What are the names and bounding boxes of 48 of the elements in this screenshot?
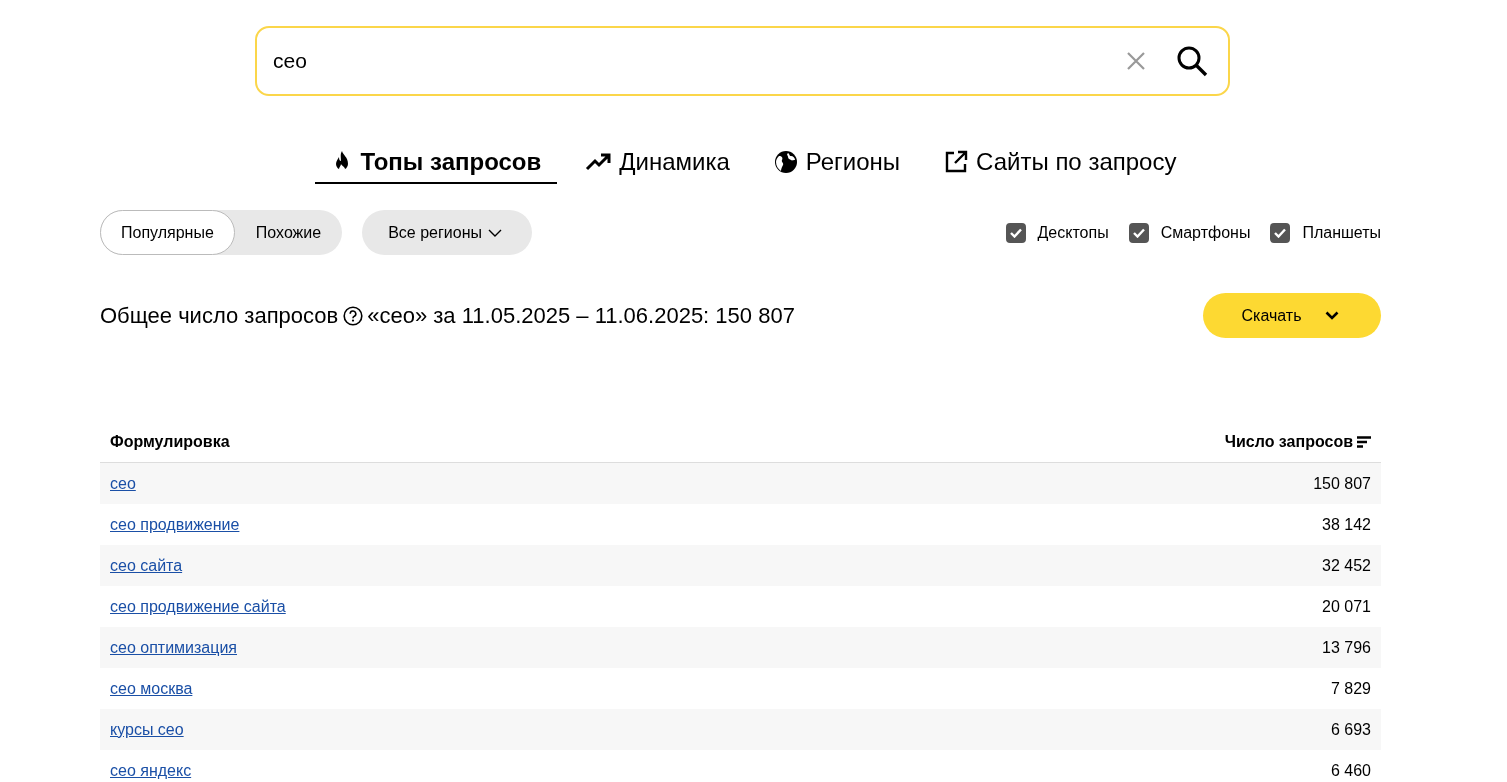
query-link[interactable]: сео яндекс [110,761,192,780]
query-link[interactable]: сео [110,474,136,493]
column-header: Формулировка [110,433,230,451]
query-link[interactable]: курсы сео [110,720,184,739]
count-cell: 150 807 [1313,474,1371,493]
summary-text: «сео» за 11.05.2025 – 11.06.2025: 150 807 [367,302,795,329]
checkbox-label[interactable]: Десктопы [1037,223,1109,242]
count-cell: 6 693 [1330,720,1371,739]
trend-arrow-icon [585,152,612,172]
checkbox[interactable] [1005,222,1026,243]
query-link[interactable]: сео сайта [110,556,183,575]
checkmark-icon [1274,227,1287,238]
checkmark-icon [1132,227,1145,238]
column-header[interactable]: Число запросов [1224,433,1353,451]
checkbox[interactable] [1128,222,1149,243]
count-cell: 32 452 [1322,556,1371,575]
search-input[interactable]: сео [273,49,1126,73]
count-cell: 38 142 [1322,515,1371,534]
checkbox[interactable] [1270,222,1291,243]
checkbox-label[interactable]: Смартфоны [1160,223,1251,242]
count-cell: 7 829 [1330,679,1371,698]
search-field[interactable]: сео [255,26,1230,96]
tab[interactable]: Топы запросов [314,144,558,184]
mode-option[interactable]: Популярные [100,210,235,255]
checkbox-label[interactable]: Планшеты [1302,223,1381,242]
checkmark-icon [1009,227,1022,238]
tab[interactable]: Сайты по запросу [928,144,1193,184]
count-cell: 6 460 [1330,761,1371,780]
download-button[interactable]: Скачать [1203,293,1381,338]
summary-label: Общее число запросов [100,302,339,329]
sort-icon[interactable] [1357,436,1371,448]
clear-icon[interactable] [1126,51,1146,71]
region-dropdown[interactable]: Все регионы [362,210,532,255]
query-link[interactable]: сео москва [110,679,193,698]
count-cell: 20 071 [1322,597,1371,616]
help-icon[interactable] [343,305,364,326]
tab[interactable]: Динамика [569,144,746,184]
query-link[interactable]: сео продвижение сайта [110,597,286,616]
query-link[interactable]: сео оптимизация [110,638,237,657]
query-link[interactable]: сео продвижение [110,515,240,534]
chevron-down-icon [487,228,502,237]
search-icon[interactable] [1176,45,1208,77]
count-cell: 13 796 [1322,638,1371,657]
globe-icon [773,150,798,174]
external-link-icon [944,150,969,174]
chevron-down-icon [1324,311,1339,320]
mode-option[interactable]: Похожие [234,210,343,255]
tab[interactable]: Регионы [757,144,917,184]
